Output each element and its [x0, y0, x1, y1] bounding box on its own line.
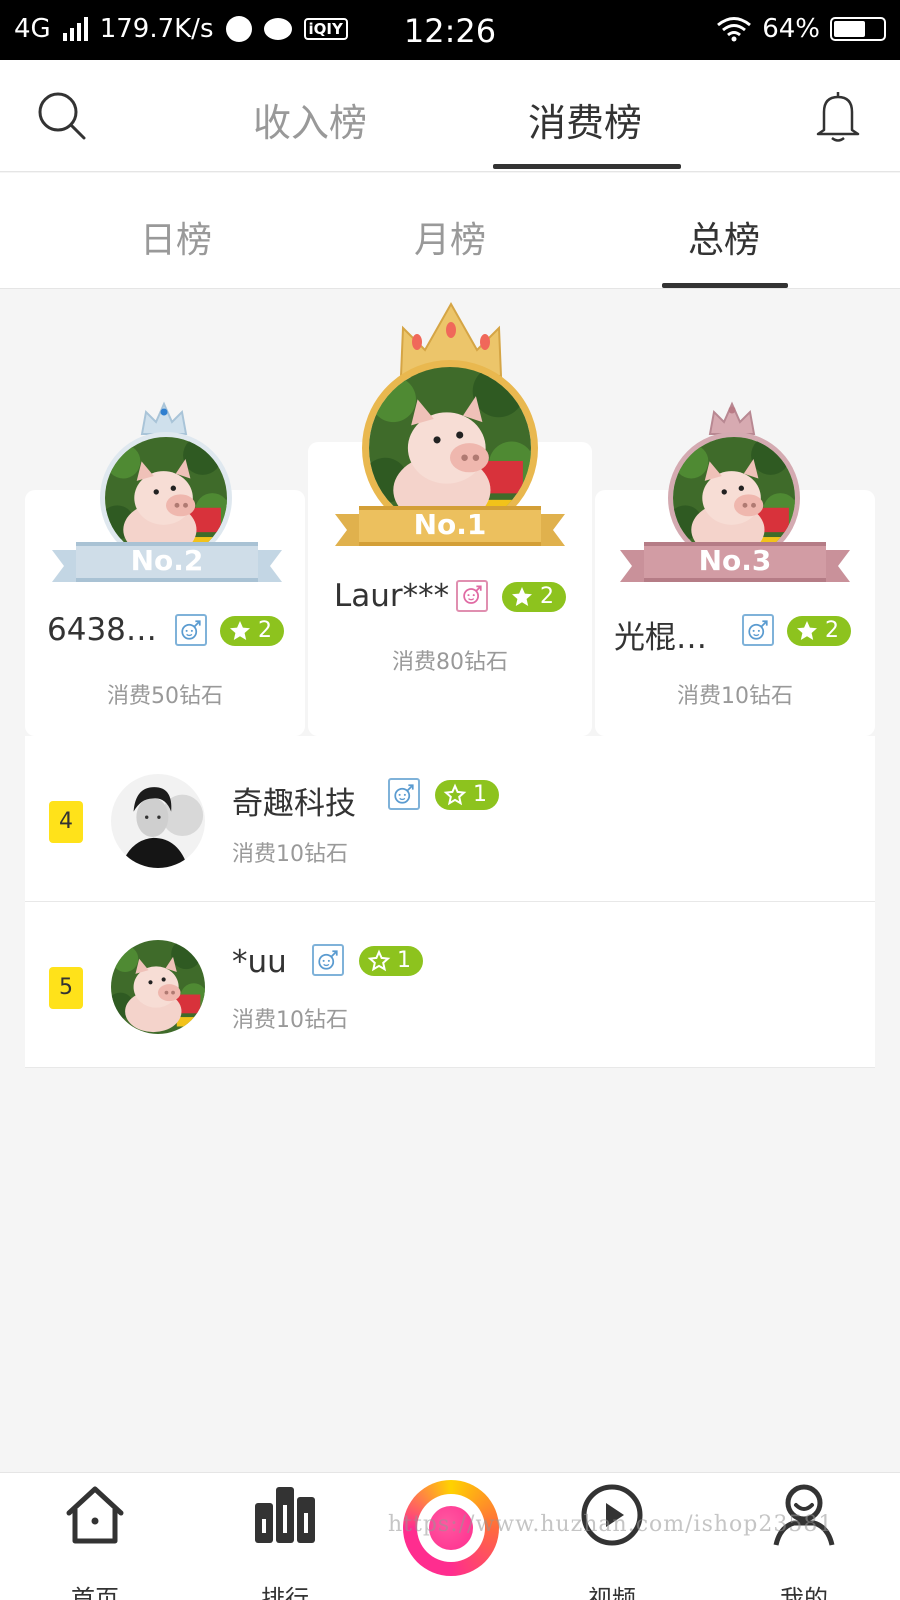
level-badge: 1	[359, 946, 423, 976]
tab-total[interactable]: 总榜	[688, 211, 760, 263]
tab-daily[interactable]: 日榜	[140, 211, 212, 263]
star-icon	[228, 619, 252, 643]
nav-rank-label: 排行	[261, 1585, 309, 1600]
male-gender-icon	[388, 778, 420, 810]
active-tab-indicator	[493, 164, 681, 169]
consumption-text: 消费10钻石	[232, 842, 348, 867]
bell-icon[interactable]	[814, 88, 862, 144]
battery-icon	[830, 17, 886, 41]
home-icon	[66, 1486, 124, 1544]
status-right: 64%	[716, 14, 886, 44]
rank-badge: 4	[49, 801, 83, 843]
ranking-list: 4 奇趣科技 1 消费10钻石 5 *uu 1 消费10钻石	[25, 736, 875, 1068]
level-badge-first: 2	[502, 582, 566, 612]
watermark: https://www.huzhan.com/ishop23581	[388, 1512, 834, 1537]
name-first: Laur***	[334, 578, 450, 614]
top-header: 收入榜 消费榜	[0, 60, 900, 172]
search-icon[interactable]	[36, 90, 88, 142]
battery-percent: 64%	[762, 14, 820, 44]
name-second: 6438…	[47, 612, 157, 648]
tab-monthly[interactable]: 月榜	[414, 211, 486, 263]
star-outline-icon	[367, 949, 391, 973]
user-name: 奇趣科技	[232, 786, 356, 822]
nav-home[interactable]: 首页	[40, 1483, 150, 1600]
rank-label-first: No.1	[413, 508, 487, 541]
level-badge-second: 2	[220, 616, 284, 646]
star-icon	[510, 585, 534, 609]
rank-label-second: No.2	[130, 544, 204, 577]
avatar[interactable]	[111, 774, 205, 868]
level-badge-third: 2	[787, 616, 851, 646]
status-bar: 4G 179.7K/s iQIY 12:26 64%	[0, 0, 900, 60]
name-third: 光棍…	[614, 620, 707, 656]
consumption-third: 消费10钻石	[677, 684, 793, 709]
nav-home-label: 首页	[71, 1585, 119, 1600]
rank-label-third: No.3	[698, 544, 772, 577]
level-badge: 1	[435, 780, 499, 810]
ranking-icon	[255, 1487, 315, 1543]
male-gender-icon	[742, 614, 774, 646]
ribbon-third: No.3	[620, 538, 850, 590]
wifi-icon	[717, 17, 752, 42]
consumption-second: 消费50钻石	[107, 684, 223, 709]
active-subtab-indicator	[662, 283, 788, 288]
star-outline-icon	[443, 783, 467, 807]
avatar[interactable]	[111, 940, 205, 1034]
ribbon-first: No.1	[335, 502, 565, 554]
consumption-first: 消费80钻石	[392, 650, 508, 675]
tab-consumption-ranking[interactable]: 消费榜	[528, 92, 642, 147]
tab-income-ranking[interactable]: 收入榜	[253, 92, 367, 147]
list-item[interactable]: 4 奇趣科技 1 消费10钻石	[25, 736, 875, 902]
period-tabs: 日榜 月榜 总榜	[0, 173, 900, 289]
male-gender-icon	[312, 944, 344, 976]
ribbon-second: No.2	[52, 538, 282, 590]
list-item[interactable]: 5 *uu 1 消费10钻石	[25, 902, 875, 1068]
consumption-text: 消费10钻石	[232, 1008, 348, 1033]
star-icon	[795, 619, 819, 643]
male-gender-icon	[175, 614, 207, 646]
nav-rank[interactable]: 排行	[230, 1483, 340, 1600]
user-name: *uu	[232, 944, 287, 980]
rank-badge: 5	[49, 967, 83, 1009]
nav-mine-label: 我的	[780, 1585, 828, 1600]
nav-video-label: 视频	[588, 1585, 636, 1600]
female-gender-icon	[456, 580, 488, 612]
